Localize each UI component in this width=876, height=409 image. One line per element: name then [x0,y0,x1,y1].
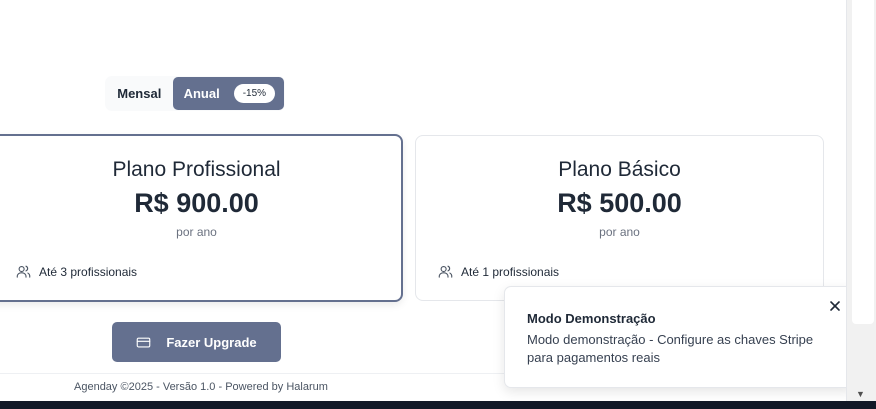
billing-option-annual-label: Anual [183,86,220,101]
close-icon[interactable] [827,298,843,314]
billing-option-monthly[interactable]: Mensal [106,77,173,110]
billing-option-annual[interactable]: Anual -15% [172,77,284,110]
toast-message: Modo demonstração - Configure as chaves … [527,332,814,365]
billing-period-toggle: Mensal Anual -15% [105,76,285,111]
window-bottom-edge [0,401,876,409]
users-icon [16,265,31,278]
users-icon [438,265,453,278]
upgrade-button-label: Fazer Upgrade [166,334,257,350]
plan-feature: Até 1 profissionais [438,264,559,279]
credit-card-icon [137,337,151,347]
demo-mode-toast: Modo Demonstração Modo demonstração - Co… [504,286,854,388]
plan-period: por ano [599,225,640,239]
plan-period: por ano [176,225,217,239]
toast-title: Modo Demonstração [527,311,656,326]
plan-title: Plano Básico [558,158,681,181]
scrollbar-thumb[interactable] [852,0,874,324]
vertical-scrollbar[interactable]: ▼ [846,0,876,401]
main-content: Mensal Anual -15% Plano Profissional R$ … [0,0,854,401]
plan-card-profissional[interactable]: Plano Profissional R$ 900.00 por ano Até… [0,134,403,302]
plan-price: R$ 500.00 [557,188,682,218]
plan-title: Plano Profissional [112,158,281,181]
plan-price: R$ 900.00 [134,188,259,218]
upgrade-button[interactable]: Fazer Upgrade [112,322,281,362]
plan-feature: Até 3 profissionais [16,264,137,279]
plan-card-basico[interactable]: Plano Básico R$ 500.00 por ano Até 1 pro… [415,135,824,301]
discount-badge: -15% [233,84,276,103]
scroll-down-arrow-icon[interactable]: ▼ [856,390,865,399]
footer-text: Agenday ©2025 - Versão 1.0 - Powered by … [74,381,328,393]
plan-feature-label: Até 1 profissionais [461,264,560,279]
plan-feature-label: Até 3 profissionais [39,264,138,279]
